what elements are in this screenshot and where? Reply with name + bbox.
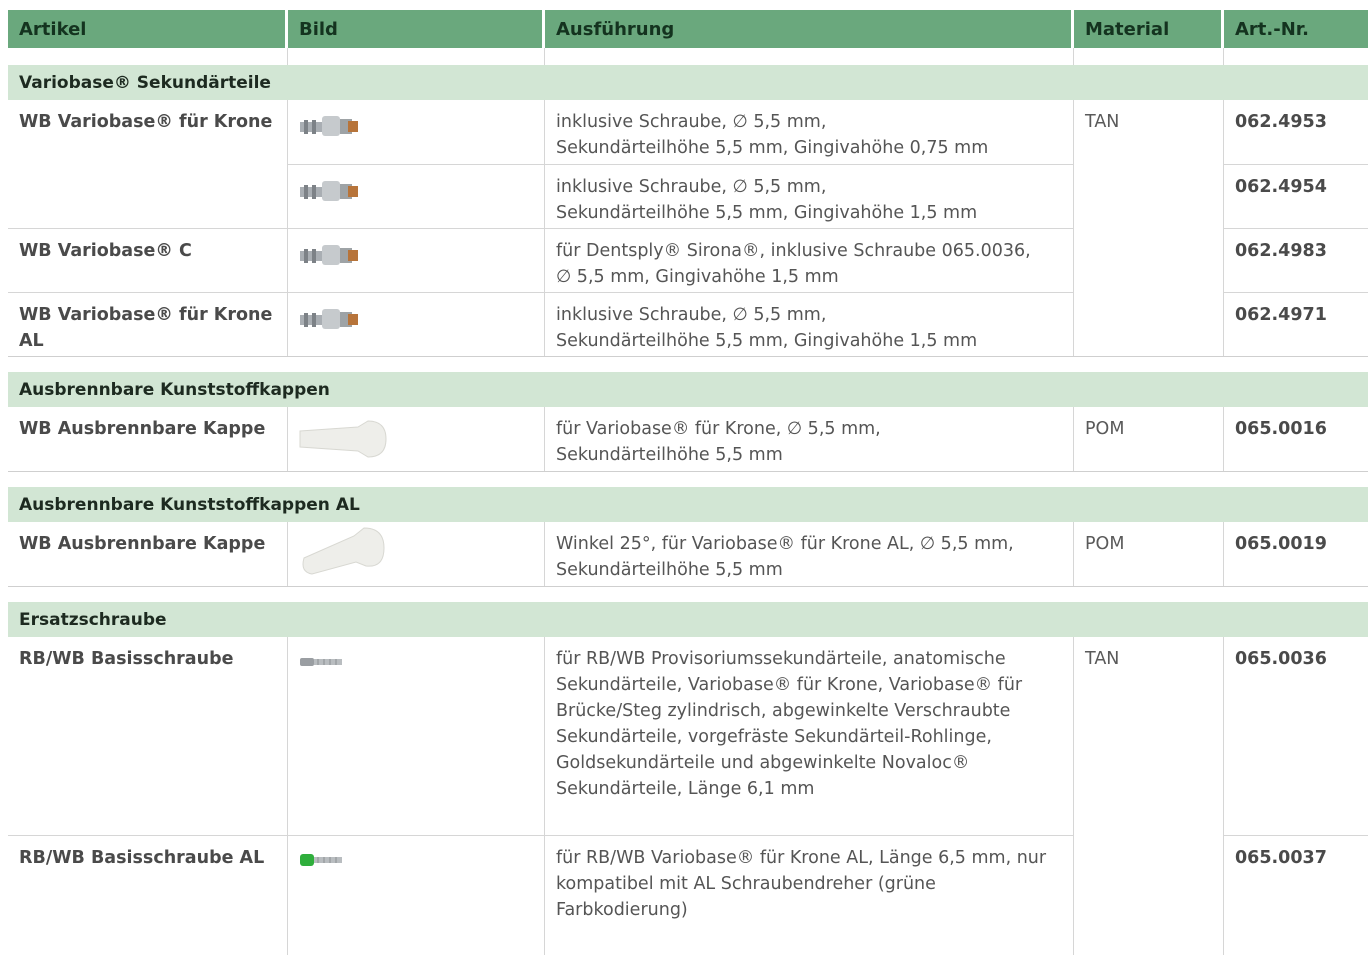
material-cell: POM <box>1074 522 1224 586</box>
header-spacer <box>8 48 1368 65</box>
art-nr-cell: 062.4953 <box>1235 112 1327 132</box>
abutment-image <box>288 292 545 356</box>
artikel-cell: WB Ausbrennbare Kappe <box>8 522 288 586</box>
table-header: Artikel Bild Ausführung Material Art.-Nr… <box>8 10 1368 48</box>
header-art-nr: Art.-Nr. <box>1235 18 1309 40</box>
material-cell: POM <box>1074 407 1224 471</box>
header-bild: Bild <box>288 10 545 48</box>
art-nr-cell: 065.0019 <box>1235 534 1327 554</box>
material-cell: TAN <box>1074 637 1224 955</box>
abutment-image <box>288 164 545 228</box>
section-ersatzschraube: Ersatzschraube RB/WB Basisschraube für R… <box>8 602 1368 955</box>
header-material: Material <box>1074 10 1224 48</box>
artikel-cell: WB Variobase® für Krone <box>8 100 288 228</box>
ausfuehrung-cell: inklusive Schraube, ∅ 5,5 mm, Sekundärtei… <box>545 292 1074 356</box>
abutment-image <box>288 228 545 292</box>
section-title: Ausbrennbare Kunststoffkappen AL <box>8 487 1368 522</box>
art-nr-cell: 062.4983 <box>1224 228 1368 292</box>
angled-cap-image <box>288 522 545 586</box>
section-variobase: Variobase® Sekundärteile WB Variobase® f… <box>8 65 1368 357</box>
artikel-cell: WB Ausbrennbare Kappe <box>8 407 288 471</box>
section-title: Ersatzschraube <box>8 602 1368 637</box>
artikel-cell: WB Variobase® für Krone AL <box>8 292 288 356</box>
ausfuehrung-cell: inklusive Schraube, ∅ 5,5 mm, Sekundärtei… <box>545 100 1074 164</box>
section-kunststoffkappen: Ausbrennbare Kunststoffkappen WB Ausbren… <box>8 372 1368 472</box>
art-nr-cell: 065.0036 <box>1235 649 1327 669</box>
header-ausfuehrung: Ausführung <box>545 10 1074 48</box>
section-title: Ausbrennbare Kunststoffkappen <box>8 372 1368 407</box>
screw-image <box>288 637 545 835</box>
artikel-cell: RB/WB Basisschraube <box>8 637 288 835</box>
art-nr-cell: 062.4954 <box>1224 164 1368 228</box>
artikel-cell: RB/WB Basisschraube AL <box>8 835 288 955</box>
cap-image <box>288 407 545 471</box>
ausfuehrung-cell: für Dentsply® Sirona®, inklusive Schraub… <box>545 228 1074 292</box>
artikel-cell: WB Variobase® C <box>8 228 288 292</box>
ausfuehrung-cell: Winkel 25°, für Variobase® für Krone AL,… <box>545 522 1074 586</box>
product-table: Artikel Bild Ausführung Material Art.-Nr… <box>8 10 1368 955</box>
art-nr-cell: 065.0016 <box>1235 419 1327 439</box>
ausfuehrung-cell: inklusive Schraube, ∅ 5,5 mm, Sekundärtei… <box>545 164 1074 228</box>
ausfuehrung-cell: für RB/WB Provisoriumssekundärteile, ana… <box>545 637 1074 835</box>
section-title: Variobase® Sekundärteile <box>8 65 1368 100</box>
art-nr-cell: 062.4971 <box>1224 292 1368 356</box>
material-cell: TAN <box>1074 100 1224 356</box>
green-screw-image <box>288 835 545 955</box>
section-kunststoffkappen-al: Ausbrennbare Kunststoffkappen AL WB Ausb… <box>8 487 1368 587</box>
art-nr-cell: 065.0037 <box>1224 835 1368 955</box>
abutment-image <box>288 100 545 164</box>
ausfuehrung-cell: für Variobase® für Krone, ∅ 5,5 mm, Sekun… <box>545 407 1074 471</box>
header-artikel: Artikel <box>8 10 288 48</box>
ausfuehrung-cell: für RB/WB Variobase® für Krone AL, Länge… <box>545 835 1074 955</box>
